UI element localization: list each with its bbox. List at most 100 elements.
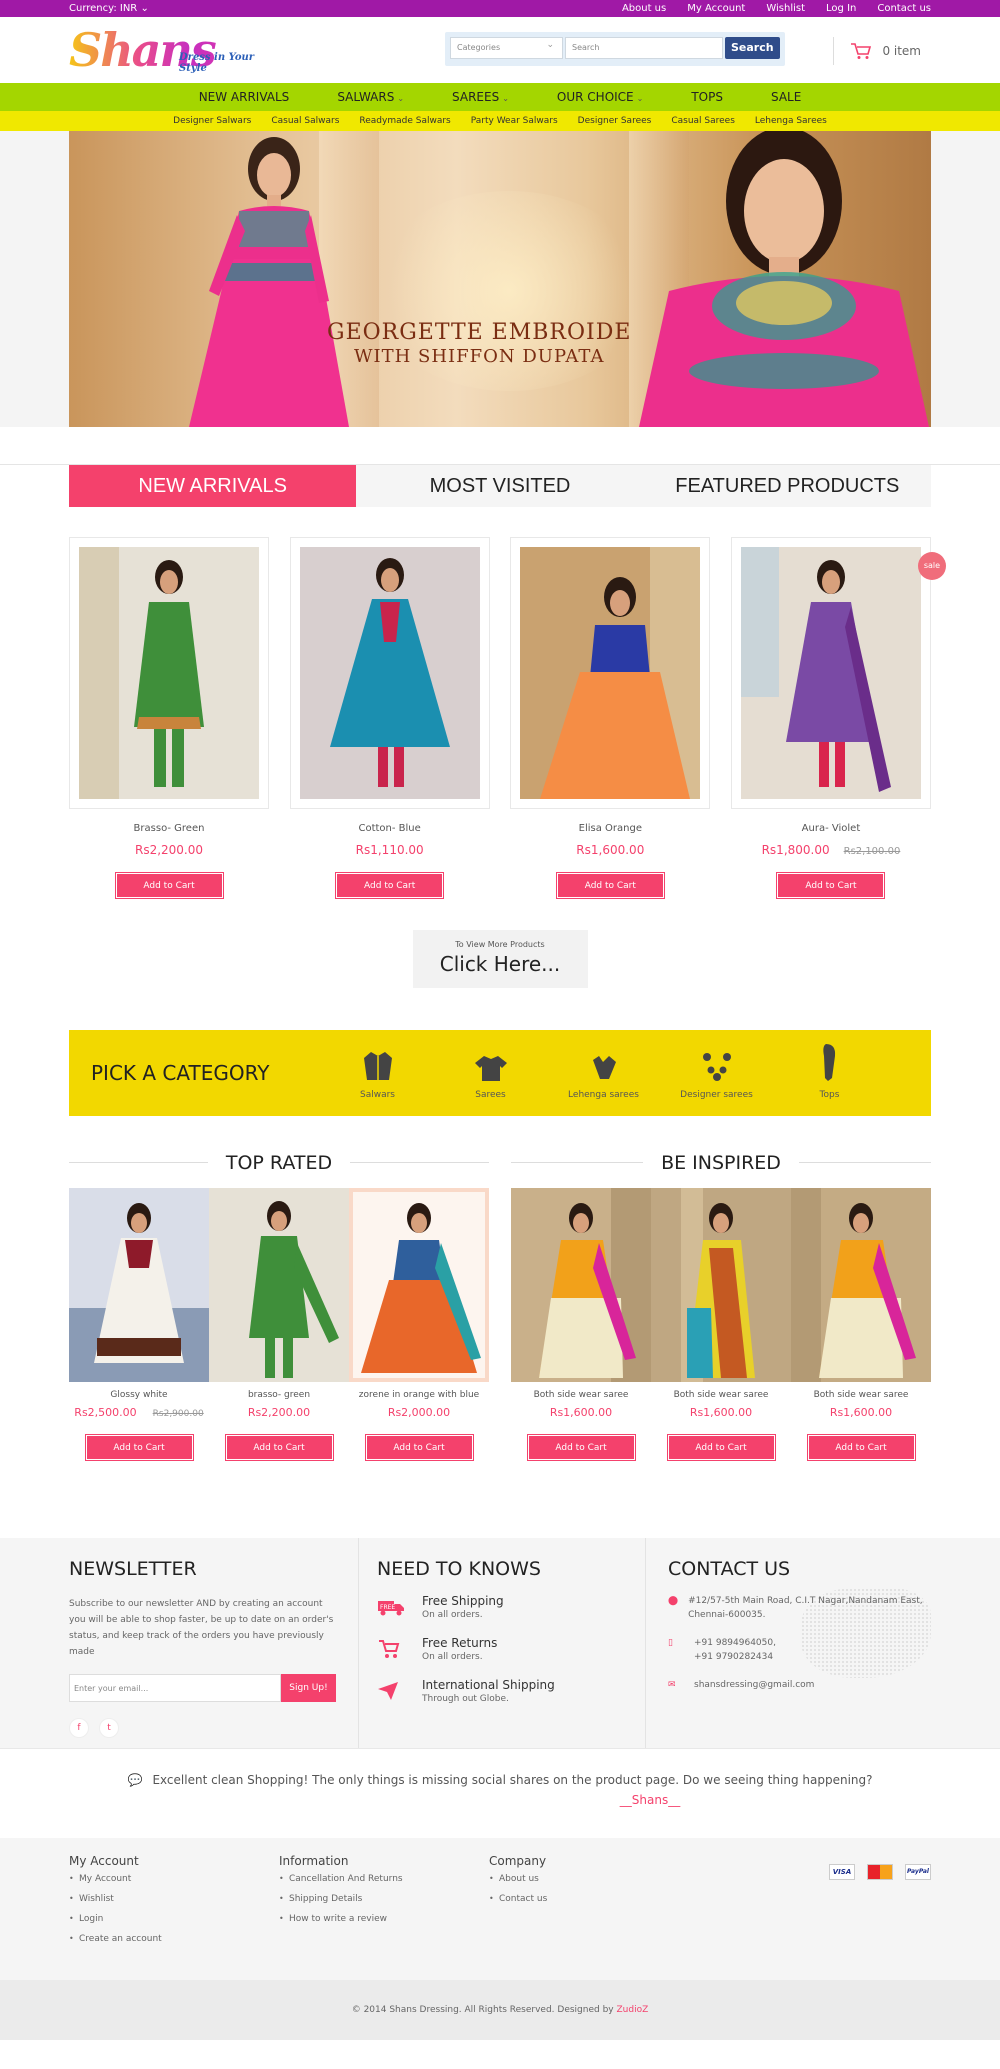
view-more-button[interactable]: To View More Products Click Here... [412,930,588,988]
product-photo[interactable] [209,1188,349,1382]
tab-most-visited[interactable]: MOST VISITED [356,465,643,507]
product-card: Brasso- Green Rs2,200.00 Add to Cart [69,537,269,899]
product-price: Rs1,600.00 [549,1406,613,1419]
product-photo[interactable] [69,1188,209,1382]
chat-bubble-icon: 💬 [127,1773,143,1787]
subnav-lehenga-sarees[interactable]: Lehenga Sarees [755,116,827,126]
currency-selector[interactable]: Currency: INR ⌄ [69,3,149,14]
nav-tops[interactable]: TOPS [667,90,747,104]
category-select[interactable]: Categories [450,37,563,59]
add-to-cart-button[interactable]: Add to Cart [555,872,665,899]
email-input[interactable]: Enter your email... [69,1674,281,1702]
footer-link[interactable]: How to write a review [279,1914,489,1924]
link-log-in[interactable]: Log In [826,3,856,14]
add-to-cart-button[interactable]: Add to Cart [806,1434,916,1461]
cart[interactable]: 0 item [833,37,921,65]
nav-salwars[interactable]: SALWARS ⌄ [313,90,428,104]
footer-link[interactable]: About us [489,1874,699,1884]
category-tops[interactable]: Tops [773,1044,886,1100]
contact-email[interactable]: ✉ shansdressing@gmail.com [668,1678,931,1692]
designer-link[interactable]: ZudioZ [617,2005,649,2015]
testimonial-quote: 💬 Excellent clean Shopping! The only thin… [127,1773,873,1787]
mastercard-icon [867,1864,893,1880]
product-image[interactable] [289,537,490,809]
category-sarees[interactable]: Sarees [434,1046,547,1100]
pick-category-title: PICK A CATEGORY [91,1061,270,1085]
product-name[interactable]: Brasso- Green [69,823,269,834]
add-to-cart-button[interactable]: Add to Cart [84,1434,194,1461]
product-name[interactable]: Both side wear saree [511,1390,651,1400]
link-contact-us[interactable]: Contact us [877,3,931,14]
footer-link[interactable]: Login [69,1914,279,1924]
product-image[interactable] [730,537,931,809]
product-name[interactable]: Both side wear saree [651,1390,791,1400]
nav-new-arrivals[interactable]: NEW ARRIVALS [175,90,314,104]
product-card: Cotton- Blue Rs1,110.00 Add to Cart [289,537,490,899]
product-name[interactable]: Aura- Violet [731,823,931,834]
product-name[interactable]: brasso- green [209,1390,349,1400]
add-to-cart-button[interactable]: Add to Cart [526,1434,636,1461]
footer-link[interactable]: Shipping Details [279,1894,489,1904]
subnav-casual-sarees[interactable]: Casual Sarees [671,116,735,126]
be-inspired-section: BE INSPIRED Both side wear saree Rs1,600… [511,1152,931,1461]
hero-banner[interactable]: GEORGETTE EMBROIDE WITH SHIFFON DUPATA [69,131,931,427]
facebook-icon[interactable]: f [69,1718,89,1738]
add-to-cart-button[interactable]: Add to Cart [776,872,886,899]
footer-link[interactable]: Cancellation And Returns [279,1874,489,1884]
product-name[interactable]: Cotton- Blue [290,823,490,834]
subnav-designer-salwars[interactable]: Designer Salwars [173,116,251,126]
product-photo[interactable] [511,1188,651,1382]
product-price: Rs2,000.00 [387,1406,451,1419]
product-photo[interactable] [791,1188,931,1382]
subnav-party-wear-salwars[interactable]: Party Wear Salwars [471,116,558,126]
product-card: Glossy white Rs2,500.00 Rs2,900.00 Add to… [69,1390,209,1461]
product-photo[interactable] [651,1188,791,1382]
tab-new-arrivals[interactable]: NEW ARRIVALS [69,465,357,507]
product-card: Elisa Orange Rs1,600.00 Add to Cart [510,537,711,899]
subnav-casual-salwars[interactable]: Casual Salwars [271,116,339,126]
category-salwars[interactable]: Salwars [321,1046,434,1100]
footer-link[interactable]: Contact us [489,1894,699,1904]
product-photo[interactable] [349,1188,489,1382]
add-to-cart-button[interactable]: Add to Cart [364,1434,474,1461]
tab-featured-products[interactable]: FEATURED PRODUCTS [644,465,931,507]
nav-sale[interactable]: SALE [747,90,825,104]
category-lehenga-sarees[interactable]: Lehenga sarees [547,1046,660,1100]
product-name[interactable]: Glossy white [69,1390,209,1400]
cart-icon [850,42,872,60]
add-to-cart-button[interactable]: Add to Cart [224,1434,334,1461]
footer-link[interactable]: My Account [69,1874,279,1884]
nav-our-choice[interactable]: OUR CHOICE ⌄ [533,90,667,104]
logo[interactable]: Shans Dress in Your Style [69,25,269,75]
chevron-down-icon: ⌄ [397,94,405,103]
product-name[interactable]: Elisa Orange [510,823,710,834]
nav-sarees[interactable]: SAREES ⌄ [428,90,533,104]
sign-up-button[interactable]: Sign Up! [281,1674,336,1702]
contact-title: CONTACT US [668,1558,791,1580]
product-image[interactable] [69,537,269,809]
add-to-cart-button[interactable]: Add to Cart [335,872,445,899]
product-name[interactable]: Both side wear saree [791,1390,931,1400]
add-to-cart-button[interactable]: Add to Cart [666,1434,776,1461]
main-nav: NEW ARRIVALS SALWARS ⌄ SAREES ⌄ OUR CHOICE… [0,83,1000,111]
link-about-us[interactable]: About us [622,3,666,14]
link-wishlist[interactable]: Wishlist [766,3,805,14]
product-name[interactable]: zorene in orange with blue [349,1390,489,1400]
add-to-cart-button[interactable]: Add to Cart [114,872,224,899]
footer-my-account: My Account My Account Wishlist Login Cre… [69,1854,279,1954]
product-image[interactable] [510,537,711,809]
twitter-icon[interactable]: t [99,1718,119,1738]
need-item: International Shipping Through out Globe. [377,1678,645,1704]
search-input[interactable]: Search [565,37,723,59]
category-designer-sarees[interactable]: Designer sarees [660,1046,773,1100]
testimonial: 💬 Excellent clean Shopping! The only thin… [0,1748,1000,1838]
footer-link[interactable]: Wishlist [69,1894,279,1904]
link-my-account[interactable]: My Account [687,3,745,14]
product-price: Rs2,200.00 [134,843,204,857]
product-card: Both side wear saree Rs1,600.00 Add to C… [651,1390,791,1461]
subnav-designer-sarees[interactable]: Designer Sarees [578,116,652,126]
footer-link[interactable]: Create an account [69,1934,279,1944]
footer-links: My Account My Account Wishlist Login Cre… [0,1838,1000,1980]
search-button[interactable]: Search [724,37,780,59]
subnav-readymade-salwars[interactable]: Readymade Salwars [359,116,450,126]
